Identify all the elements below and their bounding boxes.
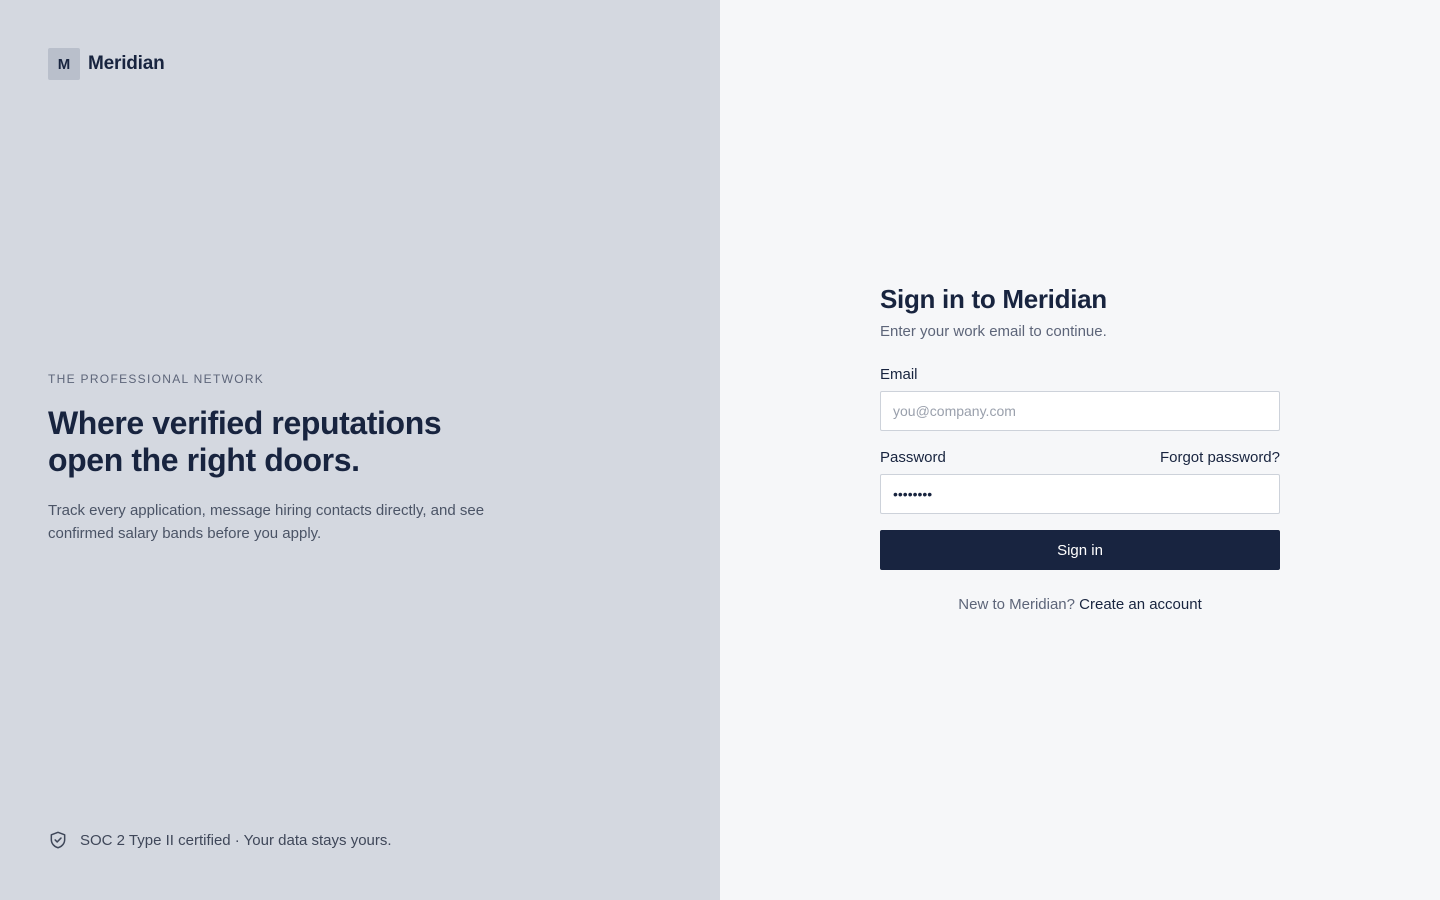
email-label: Email bbox=[880, 366, 918, 383]
shield-check-icon bbox=[50, 831, 66, 849]
signin-panel: Sign in to Meridian Enter your work emai… bbox=[720, 0, 1440, 900]
password-label: Password bbox=[880, 449, 946, 466]
signup-prompt-text: New to Meridian? bbox=[958, 596, 1075, 613]
compliance-note: SOC 2 Type II certified · Your data stay… bbox=[48, 830, 392, 850]
password-field[interactable] bbox=[880, 474, 1280, 514]
email-field[interactable] bbox=[880, 391, 1280, 431]
hero-headline: Where verified reputations open the righ… bbox=[48, 405, 442, 478]
hero-eyebrow: THE PROFESSIONAL NETWORK bbox=[48, 372, 265, 386]
form-subtitle: Enter your work email to continue. bbox=[880, 323, 1107, 340]
hero-subhead: Track every application, message hiring … bbox=[48, 502, 485, 542]
brand-mark: M bbox=[48, 48, 80, 80]
create-account-link[interactable]: Create an account bbox=[1079, 596, 1202, 613]
forgot-password-link[interactable]: Forgot password? bbox=[1160, 449, 1280, 466]
sign-in-button[interactable]: Sign in bbox=[880, 530, 1280, 570]
form-title: Sign in to Meridian bbox=[880, 284, 1107, 314]
brand-logo[interactable]: M Meridian bbox=[48, 48, 165, 80]
compliance-text: SOC 2 Type II certified · Your data stay… bbox=[80, 831, 392, 849]
brand-name: Meridian bbox=[88, 53, 165, 74]
password-label-row: Password Forgot password? bbox=[880, 449, 1280, 466]
signin-form: Sign in to Meridian Enter your work emai… bbox=[880, 284, 1280, 613]
brand-panel: M Meridian THE PROFESSIONAL NETWORK Wher… bbox=[0, 0, 720, 900]
signup-prompt: New to Meridian? Create an account bbox=[880, 596, 1280, 613]
hero: THE PROFESSIONAL NETWORK Where verified … bbox=[48, 372, 488, 545]
